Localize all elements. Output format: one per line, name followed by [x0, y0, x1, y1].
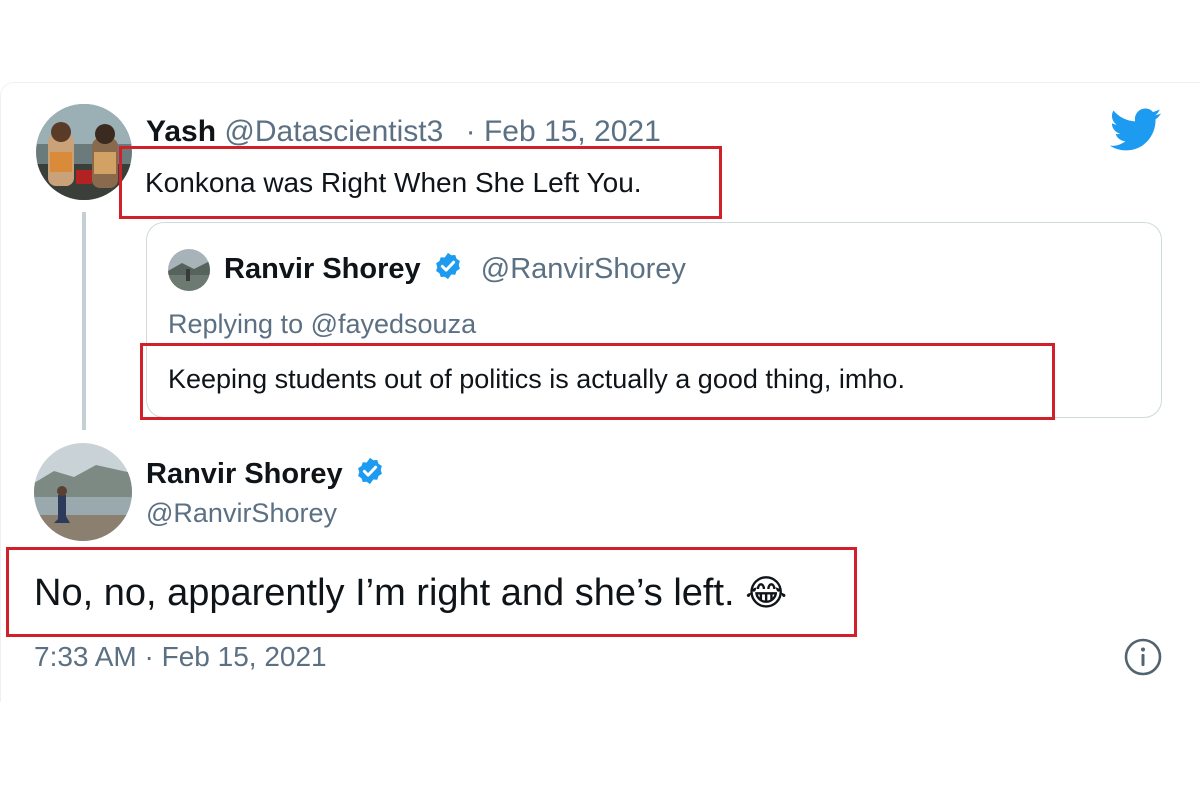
- highlight-box-reply: [119, 146, 722, 219]
- quoted-replying-to[interactable]: Replying to @fayedsouza: [168, 307, 476, 341]
- quoted-author-handle[interactable]: @RanvirShorey: [481, 253, 686, 285]
- reply-header: Yash @Datascientist3 · Feb 15, 2021: [146, 114, 661, 150]
- highlight-box-main: [6, 547, 857, 637]
- twitter-bird-icon[interactable]: [1109, 108, 1162, 157]
- highlight-box-quoted: [140, 343, 1055, 420]
- main-author-handle[interactable]: @RanvirShorey: [146, 496, 337, 530]
- reply-author-handle[interactable]: @Datascientist3: [224, 115, 443, 148]
- thread-connector-line: [82, 212, 86, 430]
- yash-avatar[interactable]: [36, 104, 132, 200]
- main-author-name[interactable]: Ranvir Shorey: [146, 458, 343, 490]
- main-timestamp[interactable]: 7:33 AM · Feb 15, 2021: [34, 640, 327, 674]
- quoted-header: Ranvir Shorey @RanvirShorey: [224, 251, 686, 290]
- reply-date[interactable]: Feb 15, 2021: [484, 115, 661, 148]
- main-author-avatar[interactable]: [34, 443, 132, 541]
- quoted-author-avatar[interactable]: [168, 249, 210, 291]
- quoted-author-name[interactable]: Ranvir Shorey: [224, 253, 421, 285]
- verified-badge-icon: [433, 251, 463, 290]
- reply-date-separator: ·: [465, 115, 476, 148]
- main-header: Ranvir Shorey: [146, 456, 385, 495]
- verified-badge-icon: [355, 456, 385, 495]
- info-icon[interactable]: [1123, 637, 1163, 682]
- reply-author-name[interactable]: Yash: [146, 115, 216, 148]
